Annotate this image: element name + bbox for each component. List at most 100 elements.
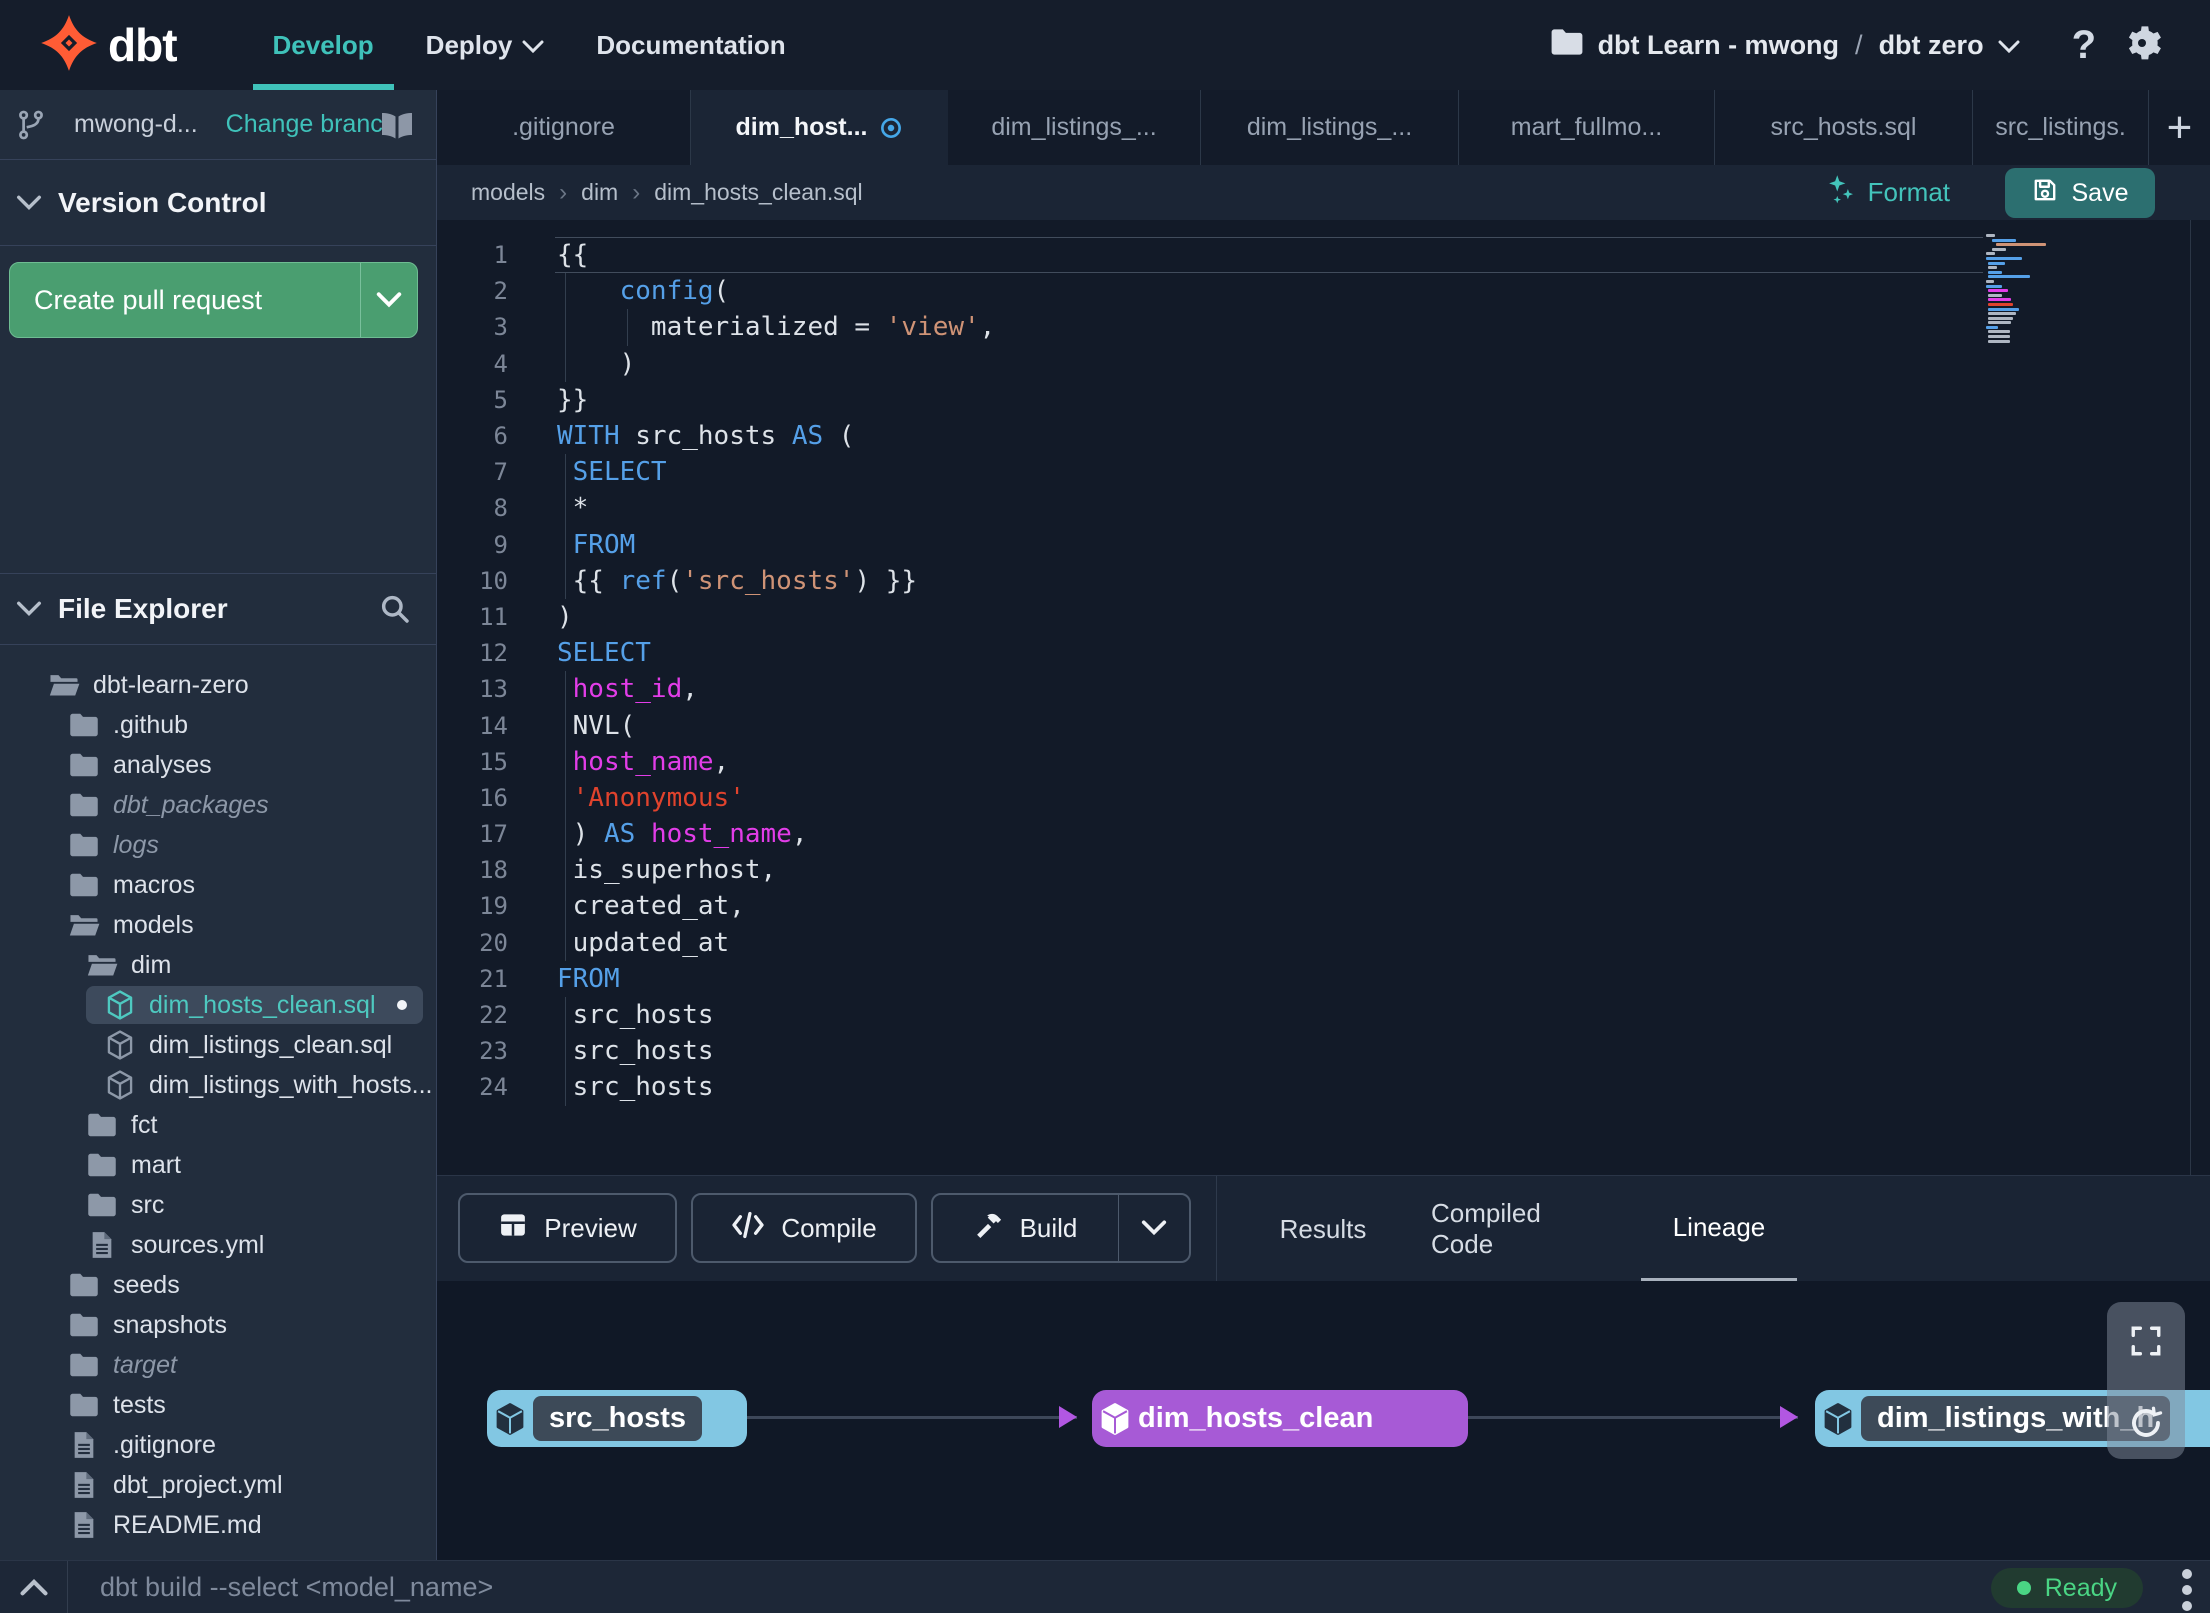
file-tree-item[interactable]: README.md [0, 1505, 437, 1545]
main-panel: .gitignore dim_host... dim_listings_... dim… [437, 90, 2210, 1560]
code-text: src_hosts [557, 1072, 714, 1103]
file-tree-item[interactable]: dbt_packages [0, 785, 437, 825]
file-tree-item[interactable]: src [0, 1185, 437, 1225]
kebab-menu-icon[interactable] [2182, 1569, 2192, 1611]
code-line[interactable]: 11) [437, 599, 2210, 635]
code-line[interactable]: 8 * [437, 490, 2210, 526]
code-line[interactable]: 13 host_id, [437, 671, 2210, 707]
file-tree-item[interactable]: .gitignore [0, 1425, 437, 1465]
code-line[interactable]: 3 materialized = 'view', [437, 309, 2210, 345]
file-tree-item[interactable]: macros [0, 865, 437, 905]
search-icon[interactable] [379, 593, 411, 625]
file-tab[interactable]: src_listings. [1973, 90, 2149, 165]
chevron-up-icon[interactable] [0, 1561, 68, 1613]
tab-results[interactable]: Results [1280, 1176, 1367, 1282]
file-tree-item[interactable]: seeds [0, 1265, 437, 1305]
file-tree-item[interactable]: .github [0, 705, 437, 745]
nav-item-documentation[interactable]: Documentation [570, 0, 811, 90]
nav-item-develop[interactable]: Develop [247, 0, 400, 90]
file-tab[interactable]: dim_listings_... [948, 90, 1201, 165]
build-dropdown-caret[interactable] [1119, 1195, 1189, 1261]
minimap-line [1987, 293, 2002, 297]
file-tree-item[interactable]: models [0, 905, 437, 945]
code-line[interactable]: 23 src_hosts [437, 1033, 2210, 1069]
code-line[interactable]: 10 {{ ref('src_hosts') }} [437, 563, 2210, 599]
file-tree-item[interactable]: tests [0, 1385, 437, 1425]
file-tree-item[interactable]: fct [0, 1105, 437, 1145]
code-line[interactable]: 6 WITH src_hosts AS ( [437, 418, 2210, 454]
code-line[interactable]: 14 NVL( [437, 707, 2210, 743]
code-line[interactable]: 12 SELECT [437, 635, 2210, 671]
file-tab[interactable]: dim_host... [691, 90, 948, 165]
code-line[interactable]: 19 created_at, [437, 888, 2210, 924]
code-line[interactable]: 9 FROM [437, 527, 2210, 563]
code-line[interactable]: 21 FROM [437, 961, 2210, 997]
file-tree-item[interactable]: target [0, 1345, 437, 1385]
minimap[interactable] [1986, 234, 2047, 344]
file-tree-item[interactable]: logs [0, 825, 437, 865]
preview-button[interactable]: Preview [458, 1193, 677, 1263]
status-text: Ready [2044, 1573, 2117, 1602]
lineage-node-src-hosts[interactable]: src_hosts [487, 1390, 747, 1447]
code-line[interactable]: 18 is_superhost, [437, 852, 2210, 888]
new-tab-button[interactable]: + [2149, 90, 2210, 165]
code-line[interactable]: 20 updated_at [437, 925, 2210, 961]
file-tree-item[interactable]: dim [0, 945, 437, 985]
save-button[interactable]: Save [2005, 168, 2155, 218]
dbt-logo-icon [40, 14, 98, 77]
change-branch-link[interactable]: Change branch [226, 110, 397, 139]
breadcrumb-item[interactable]: dim [581, 179, 618, 206]
pr-dropdown-caret[interactable] [361, 263, 417, 337]
file-tree-item[interactable]: dim_listings_clean.sql [0, 1025, 437, 1065]
file-tree-item[interactable]: dim_hosts_clean.sql [0, 985, 437, 1025]
code-editor[interactable]: 1{{2 config(3 materialized = 'view', 4 ) 5… [437, 220, 2210, 1175]
fullscreen-icon[interactable] [2129, 1324, 2163, 1363]
code-line[interactable]: 2 config( [437, 273, 2210, 309]
file-tab[interactable]: src_hosts.sql [1715, 90, 1973, 165]
create-pull-request-label[interactable]: Create pull request [10, 263, 361, 337]
line-number: 4 [493, 349, 508, 378]
command-input[interactable] [100, 1571, 1400, 1603]
file-tree-item[interactable]: dim_listings_with_hosts... [0, 1065, 437, 1105]
refresh-icon[interactable] [2128, 1405, 2164, 1446]
create-pull-request-button[interactable]: Create pull request [9, 262, 418, 338]
version-control-section[interactable]: Version Control [0, 160, 437, 246]
file-tree-item[interactable]: dbt-learn-zero [0, 665, 437, 705]
file-tab[interactable]: mart_fullmo... [1459, 90, 1715, 165]
compile-button[interactable]: Compile [691, 1193, 917, 1263]
tab-lineage[interactable]: Lineage [1641, 1176, 1797, 1282]
lineage-canvas[interactable]: src_hosts dim_hosts_clean dim_listings_w… [437, 1281, 2210, 1560]
help-icon[interactable]: ? [2072, 23, 2096, 68]
file-tab[interactable]: dim_listings_... [1201, 90, 1459, 165]
code-line[interactable]: 7 SELECT [437, 454, 2210, 490]
project-selector[interactable]: dbt Learn - mwong / dbt zero [1550, 28, 2020, 63]
code-line[interactable]: 17 ) AS host_name, [437, 816, 2210, 852]
code-line[interactable]: 4 ) [437, 346, 2210, 382]
code-line[interactable]: 24 src_hosts [437, 1069, 2210, 1105]
gear-icon[interactable] [2122, 23, 2162, 68]
folder-icon [86, 1192, 118, 1218]
build-button[interactable]: Build [933, 1195, 1118, 1261]
file-tab-label: dim_listings_... [991, 113, 1157, 141]
code-line[interactable]: 15 host_name, [437, 744, 2210, 780]
lineage-node-dim-hosts-clean[interactable]: dim_hosts_clean [1092, 1390, 1468, 1447]
file-tree-item[interactable]: sources.yml [0, 1225, 437, 1265]
docs-book-icon[interactable] [379, 110, 415, 140]
breadcrumb-item[interactable]: dim_hosts_clean.sql [654, 179, 862, 206]
tab-compiled-code[interactable]: Compiled Code [1431, 1176, 1607, 1282]
breadcrumb-item[interactable]: models [471, 179, 545, 206]
code-line[interactable]: 5}} [437, 382, 2210, 418]
file-tree-item[interactable]: mart [0, 1145, 437, 1185]
nav-item-deploy[interactable]: Deploy [400, 0, 571, 90]
file-tree-label: seeds [113, 1270, 180, 1299]
file-tree-item[interactable]: analyses [0, 745, 437, 785]
file-tree-item[interactable]: snapshots [0, 1305, 437, 1345]
file-tab[interactable]: .gitignore [437, 90, 691, 165]
code-line[interactable]: 16 'Anonymous' [437, 780, 2210, 816]
format-button[interactable]: Format [1826, 172, 1950, 213]
file-explorer-section[interactable]: File Explorer [0, 573, 437, 645]
dbt-logo[interactable]: dbt [40, 14, 178, 77]
code-line[interactable]: 1 {{ [437, 237, 2210, 274]
file-tree-item[interactable]: dbt_project.yml [0, 1465, 437, 1505]
code-line[interactable]: 22 src_hosts [437, 997, 2210, 1033]
